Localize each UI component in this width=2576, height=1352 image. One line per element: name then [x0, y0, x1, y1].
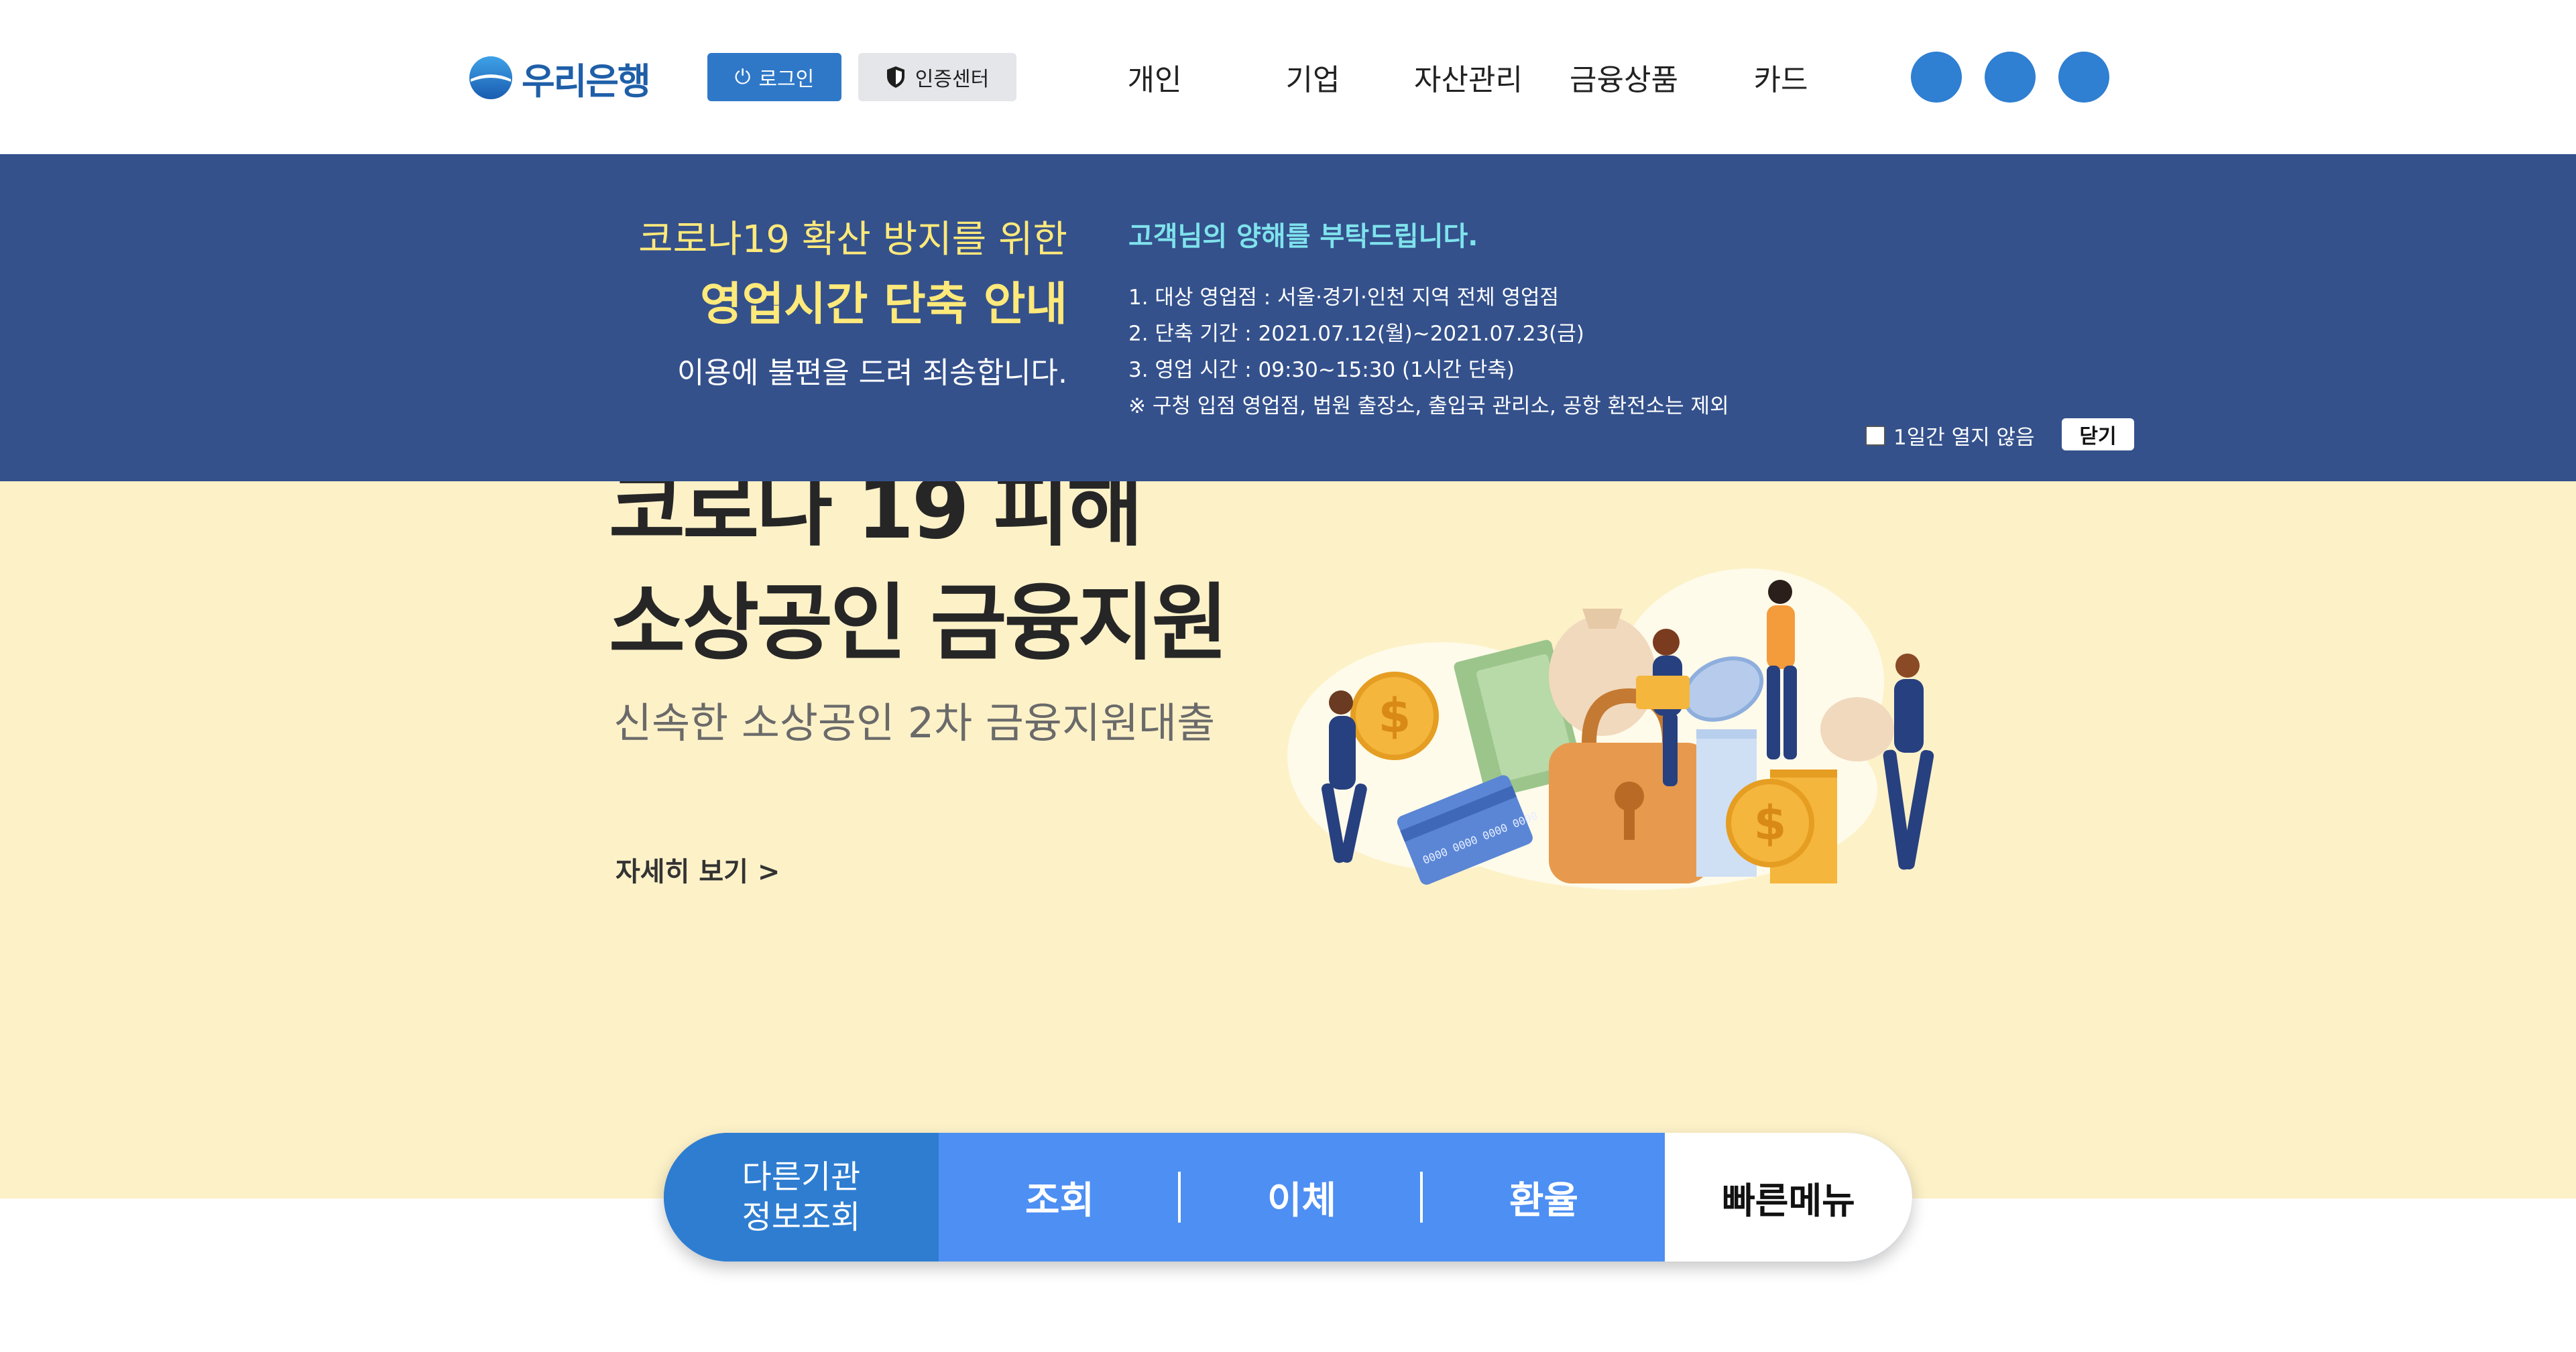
login-button[interactable]: ⏻ 로그인 [707, 53, 841, 101]
power-icon: ⏻ [734, 65, 751, 89]
shield-icon [886, 66, 904, 88]
svg-text:$: $ [1379, 688, 1411, 743]
notice-title: 고객님의 양해를 부탁드립니다. [1128, 221, 1478, 252]
nav-asset[interactable]: 자산관리 [1401, 54, 1535, 101]
covid-notice-banner: 코로나19 확산 방지를 위한 영업시간 단축 안내 이용에 불편을 드려 죄송… [0, 154, 2576, 481]
fast-menu-button[interactable]: 빠른메뉴 [1665, 1133, 1912, 1262]
hero-title-line1: 코로나 19 피해 [609, 481, 1143, 558]
hero-banner: 코로나 19 피해 소상공인 금융지원 신속한 소상공인 2차 금융지원대출 자… [0, 481, 2576, 1199]
other-institution-line1: 다른기관 [742, 1158, 861, 1196]
quick-exchange-rate-button[interactable]: 환율 [1423, 1133, 1665, 1262]
notice-headline-line2: 영업시간 단축 안내 [700, 278, 1067, 331]
nav-card[interactable]: 카드 [1714, 54, 1848, 101]
other-institution-inquiry-button[interactable]: 다른기관 정보조회 [664, 1133, 939, 1262]
quick-inquiry-button[interactable]: 조회 [939, 1133, 1181, 1262]
notice-item-1: 1. 대상 영업점 : 서울·경기·인천 지역 전체 영업점 [1128, 286, 1560, 310]
hide-one-day-checkbox[interactable]: 1일간 열지 않음 [1865, 420, 2035, 450]
logo-text: 우리은행 [522, 60, 651, 103]
hero-title-line2: 소상공인 금융지원 [609, 575, 1228, 672]
hide-one-day-label: 1일간 열지 않음 [1893, 426, 2035, 450]
quick-circle-button-3[interactable] [2058, 52, 2109, 103]
hero-more-link[interactable]: 자세히 보기 > [616, 850, 780, 889]
nav-corporate[interactable]: 기업 [1246, 54, 1380, 101]
svg-text:$: $ [1754, 796, 1787, 851]
cert-label: 인증센터 [915, 68, 990, 91]
quick-exchange-rate-label: 환율 [1509, 1178, 1579, 1223]
quick-inquiry-label: 조회 [1024, 1178, 1095, 1223]
notice-item-4: ※ 구청 입점 영업점, 법원 출장소, 출입국 관리소, 공항 환전소는 제외 [1128, 394, 1729, 418]
checkbox-box[interactable] [1865, 425, 1885, 446]
login-label: 로그인 [758, 68, 815, 91]
hero-subtitle: 신속한 소상공인 2차 금융지원대출 [613, 698, 1216, 747]
other-institution-line2: 정보조회 [742, 1199, 861, 1236]
nav-products[interactable]: 금융상품 [1557, 54, 1691, 101]
notice-apology: 이용에 불편을 드려 죄송합니다. [677, 356, 1067, 390]
nav-personal[interactable]: 개인 [1088, 54, 1222, 101]
notice-item-2: 2. 단축 기간 : 2021.07.12(월)~2021.07.23(금) [1128, 322, 1584, 346]
cert-center-button[interactable]: 인증센터 [858, 53, 1016, 101]
quick-service-bar: 다른기관 정보조회 조회 이체 환율 빠른메뉴 [664, 1133, 1912, 1262]
quick-circle-button-1[interactable] [1911, 52, 1962, 103]
notice-item-3: 3. 영업 시간 : 09:30~15:30 (1시간 단축) [1128, 358, 1515, 382]
notice-close-button[interactable]: 닫기 [2062, 418, 2134, 450]
quick-circle-button-2[interactable] [1985, 52, 2036, 103]
hero-illustration: $ $ 0000 0000 0000 0000 [1287, 568, 1934, 890]
site-header: 우리은행 ⏻ 로그인 인증센터 개인 기업 자산관리 금융상품 카드 [0, 0, 2576, 154]
quick-transfer-label: 이체 [1267, 1178, 1337, 1223]
notice-headline-line1: 코로나19 확산 방지를 위한 [638, 218, 1067, 261]
woori-logo-icon [469, 56, 512, 99]
quick-transfer-button[interactable]: 이체 [1181, 1133, 1423, 1262]
woori-bank-logo[interactable]: 우리은행 [468, 52, 676, 103]
